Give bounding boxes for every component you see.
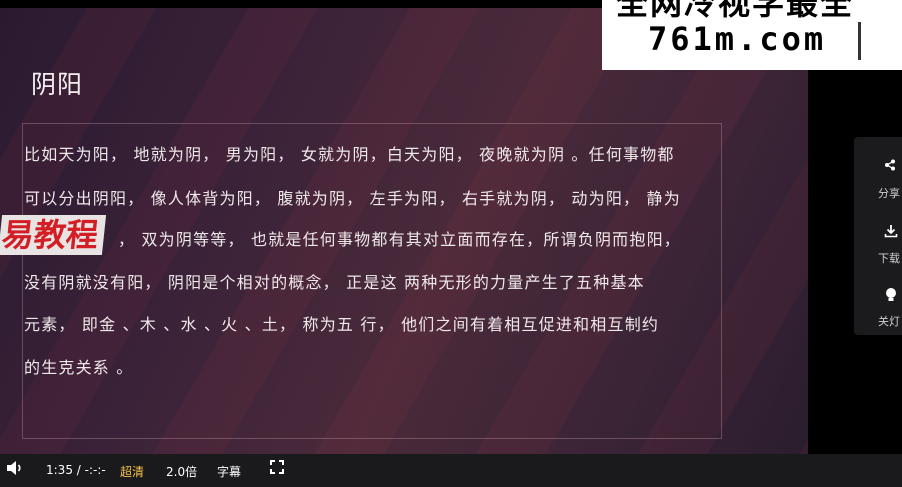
- lightbulb-icon: [884, 287, 898, 307]
- quality-button[interactable]: 超清: [120, 463, 144, 480]
- fullscreen-icon[interactable]: [270, 460, 284, 478]
- logo-main-text: 761m.com: [648, 20, 827, 58]
- share-label: 分享: [878, 187, 900, 200]
- volume-icon[interactable]: [6, 460, 24, 481]
- download-icon: [884, 224, 898, 242]
- download-button[interactable]: 下载: [854, 212, 902, 272]
- light-label: 关灯: [878, 315, 900, 328]
- slide-text-line: 元素， 即金 、木 、水 、火 、土， 称为五 行， 他们之间有着相互促进和相互…: [24, 315, 660, 334]
- slide-text-line: 没有阴就没有阳， 阴阳是个相对的概念， 正是这 两种无形的力量产生了五种基本: [24, 273, 645, 292]
- side-panel: 分享 下载 关灯: [854, 137, 902, 335]
- logo-divider: [858, 22, 861, 60]
- slide-text-line: 的生克关系 。: [24, 358, 134, 377]
- site-watermark-logo: 全网冷视学最全 761m.com: [602, 0, 902, 70]
- speed-button[interactable]: 2.0倍: [166, 463, 197, 480]
- video-player[interactable]: 阴阳 比如天为阳， 地就为阴， 男为阳， 女就为阴，白天为阳， 夜晚就为阴 。任…: [0, 8, 808, 454]
- subtitle-button[interactable]: 字幕: [217, 463, 241, 480]
- slide-text-line: ， 双为阴等等， 也就是任何事物都有其对立面而存在，所谓负阴而抱阳，: [118, 230, 681, 249]
- slide-text-line: 可以分出阴阳， 像人体背为阳， 腹就为阴， 左手为阳， 右手就为阴， 动为阳， …: [24, 189, 681, 208]
- slide-title: 阴阳: [31, 70, 84, 99]
- time-display: 1:35 / -:-:-: [46, 463, 106, 477]
- share-button[interactable]: 分享: [854, 147, 902, 207]
- share-icon: [884, 159, 896, 175]
- slide-text-line: 比如天为阳， 地就为阴， 男为阳， 女就为阴，白天为阳， 夜晚就为阴 。任何事物…: [24, 145, 675, 164]
- watermark-red-text: 易教程: [0, 215, 107, 255]
- player-controls: 1:35 / -:-:- 超清 2.0倍 字幕: [0, 454, 902, 487]
- download-label: 下载: [878, 252, 900, 265]
- light-toggle-button[interactable]: 关灯: [854, 275, 902, 335]
